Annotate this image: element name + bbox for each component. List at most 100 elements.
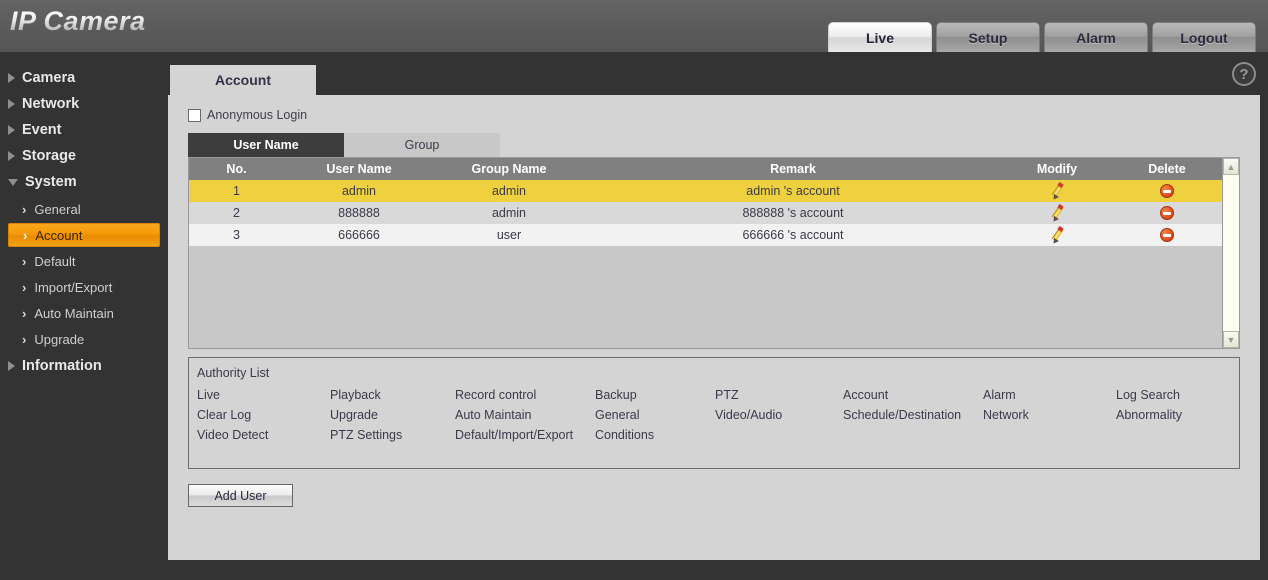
authority-item-video-detect[interactable]: Video Detect bbox=[197, 428, 330, 442]
delete-icon[interactable] bbox=[1160, 184, 1174, 199]
authority-item-network[interactable]: Network bbox=[983, 408, 1116, 422]
sidebar-sublabel-import-export: Import/Export bbox=[34, 279, 113, 295]
sidebar-item-event[interactable]: Event bbox=[0, 117, 168, 143]
pencil-icon[interactable] bbox=[1050, 225, 1065, 245]
sidebar-sublabel-auto-maintain: Auto Maintain bbox=[34, 305, 114, 321]
triangle-right-icon bbox=[8, 73, 15, 83]
sidebar-subitem-general[interactable]: › General bbox=[8, 197, 160, 221]
authority-item-default-import-export[interactable]: Default/Import/Export bbox=[455, 428, 595, 442]
authority-item-video-audio[interactable]: Video/Audio bbox=[715, 408, 843, 422]
sidebar-subitem-default[interactable]: › Default bbox=[8, 249, 160, 273]
nav-tab-logout[interactable]: Logout bbox=[1152, 22, 1256, 52]
authority-item-playback[interactable]: Playback bbox=[330, 388, 455, 402]
top-header: IP Camera Live Setup Alarm Logout bbox=[0, 0, 1268, 52]
chevron-right-icon: › bbox=[22, 305, 27, 321]
user-table-scroll-area: No. User Name Group Name Remark Modify D… bbox=[189, 158, 1222, 348]
cell-modify bbox=[1002, 180, 1112, 202]
delete-icon[interactable] bbox=[1160, 206, 1174, 221]
pencil-icon[interactable] bbox=[1050, 203, 1065, 223]
sidebar-sublabel-upgrade: Upgrade bbox=[34, 331, 85, 347]
authority-item-backup[interactable]: Backup bbox=[595, 388, 715, 402]
authority-item-account[interactable]: Account bbox=[843, 388, 983, 402]
cell-username: 666666 bbox=[284, 224, 434, 246]
cell-remark: admin 's account bbox=[584, 180, 1002, 202]
sidebar-sublabel-account: Account bbox=[35, 227, 83, 243]
add-user-button[interactable]: Add User bbox=[188, 484, 293, 507]
cell-modify bbox=[1002, 202, 1112, 224]
nav-tab-setup[interactable]: Setup bbox=[936, 22, 1040, 52]
authority-item-general[interactable]: General bbox=[595, 408, 715, 422]
cell-username: admin bbox=[284, 180, 434, 202]
nav-tab-alarm[interactable]: Alarm bbox=[1044, 22, 1148, 52]
triangle-right-icon bbox=[8, 99, 15, 109]
chevron-right-icon: › bbox=[22, 253, 27, 269]
subtab-user-name[interactable]: User Name bbox=[188, 133, 344, 157]
table-row[interactable]: 2 888888 admin 888888 's account bbox=[189, 202, 1222, 224]
help-icon[interactable]: ? bbox=[1232, 62, 1256, 86]
authority-item-log-search[interactable]: Log Search bbox=[1116, 388, 1231, 402]
sidebar-subitem-auto-maintain[interactable]: › Auto Maintain bbox=[8, 301, 160, 325]
authority-list-box: Authority List Live Playback Record cont… bbox=[188, 357, 1240, 469]
nav-tab-live[interactable]: Live bbox=[828, 22, 932, 52]
subtab-group[interactable]: Group bbox=[344, 133, 500, 157]
sidebar-sublabel-general: General bbox=[34, 201, 81, 217]
cell-no: 1 bbox=[189, 180, 284, 202]
sidebar-sublabel-default: Default bbox=[34, 253, 76, 269]
chevron-right-icon: › bbox=[22, 279, 27, 295]
sidebar-subitem-import-export[interactable]: › Import/Export bbox=[8, 275, 160, 299]
triangle-right-icon bbox=[8, 125, 15, 135]
col-header-groupname: Group Name bbox=[434, 158, 584, 180]
authority-item-conditions[interactable]: Conditions bbox=[595, 428, 715, 442]
sidebar-item-information[interactable]: Information bbox=[0, 353, 168, 379]
pencil-icon[interactable] bbox=[1050, 181, 1065, 201]
logo-text-ip: IP bbox=[10, 6, 36, 36]
cell-username: 888888 bbox=[284, 202, 434, 224]
authority-item-live[interactable]: Live bbox=[197, 388, 330, 402]
user-table-head: No. User Name Group Name Remark Modify D… bbox=[189, 158, 1222, 180]
authority-item-abnormality[interactable]: Abnormality bbox=[1116, 408, 1231, 422]
sidebar-item-camera[interactable]: Camera bbox=[0, 65, 168, 91]
table-row[interactable]: 3 666666 user 666666 's account bbox=[189, 224, 1222, 246]
sidebar-label-camera: Camera bbox=[22, 70, 76, 86]
tab-account[interactable]: Account bbox=[170, 65, 316, 95]
ip-camera-app: IP Camera Live Setup Alarm Logout Camera… bbox=[0, 0, 1268, 580]
cell-modify bbox=[1002, 224, 1112, 246]
main-nav-tabs: Live Setup Alarm Logout bbox=[828, 22, 1256, 52]
authority-item-schedule-destination[interactable]: Schedule/Destination bbox=[843, 408, 983, 422]
sidebar-label-event: Event bbox=[22, 122, 62, 138]
sidebar-subitem-account[interactable]: › Account bbox=[8, 223, 160, 247]
sidebar-label-information: Information bbox=[22, 358, 102, 374]
cell-groupname: user bbox=[434, 224, 584, 246]
sidebar-subitem-upgrade[interactable]: › Upgrade bbox=[8, 327, 160, 351]
authority-item-ptz[interactable]: PTZ bbox=[715, 388, 843, 402]
table-vertical-scrollbar[interactable]: ▲ ▼ bbox=[1222, 158, 1239, 348]
sidebar-item-network[interactable]: Network bbox=[0, 91, 168, 117]
scroll-up-icon[interactable]: ▲ bbox=[1223, 158, 1239, 175]
sidebar-label-storage: Storage bbox=[22, 148, 76, 164]
triangle-right-icon bbox=[8, 361, 15, 371]
authority-item-upgrade[interactable]: Upgrade bbox=[330, 408, 455, 422]
scroll-down-icon[interactable]: ▼ bbox=[1223, 331, 1239, 348]
chevron-right-icon: › bbox=[22, 331, 27, 347]
sidebar-item-system[interactable]: System bbox=[0, 169, 168, 195]
chevron-right-icon: › bbox=[22, 201, 27, 217]
user-group-subtabs: User Name Group bbox=[188, 133, 500, 157]
anonymous-login-row[interactable]: Anonymous Login bbox=[188, 108, 307, 122]
sidebar-item-storage[interactable]: Storage bbox=[0, 143, 168, 169]
user-table-body: 1 admin admin admin 's account 2 888888 bbox=[189, 180, 1222, 246]
authority-item-clear-log[interactable]: Clear Log bbox=[197, 408, 330, 422]
cell-remark: 666666 's account bbox=[584, 224, 1002, 246]
cell-groupname: admin bbox=[434, 202, 584, 224]
user-table-container: No. User Name Group Name Remark Modify D… bbox=[188, 157, 1240, 349]
table-row[interactable]: 1 admin admin admin 's account bbox=[189, 180, 1222, 202]
authority-item-auto-maintain[interactable]: Auto Maintain bbox=[455, 408, 595, 422]
col-header-modify: Modify bbox=[1002, 158, 1112, 180]
delete-icon[interactable] bbox=[1160, 228, 1174, 243]
panel-tabbar: Account ? bbox=[168, 52, 1268, 95]
authority-item-record-control[interactable]: Record control bbox=[455, 388, 595, 402]
authority-item-alarm[interactable]: Alarm bbox=[983, 388, 1116, 402]
anonymous-login-checkbox[interactable] bbox=[188, 108, 201, 122]
col-header-delete: Delete bbox=[1112, 158, 1222, 180]
authority-item-ptz-settings[interactable]: PTZ Settings bbox=[330, 428, 455, 442]
table-header-row: No. User Name Group Name Remark Modify D… bbox=[189, 158, 1222, 180]
